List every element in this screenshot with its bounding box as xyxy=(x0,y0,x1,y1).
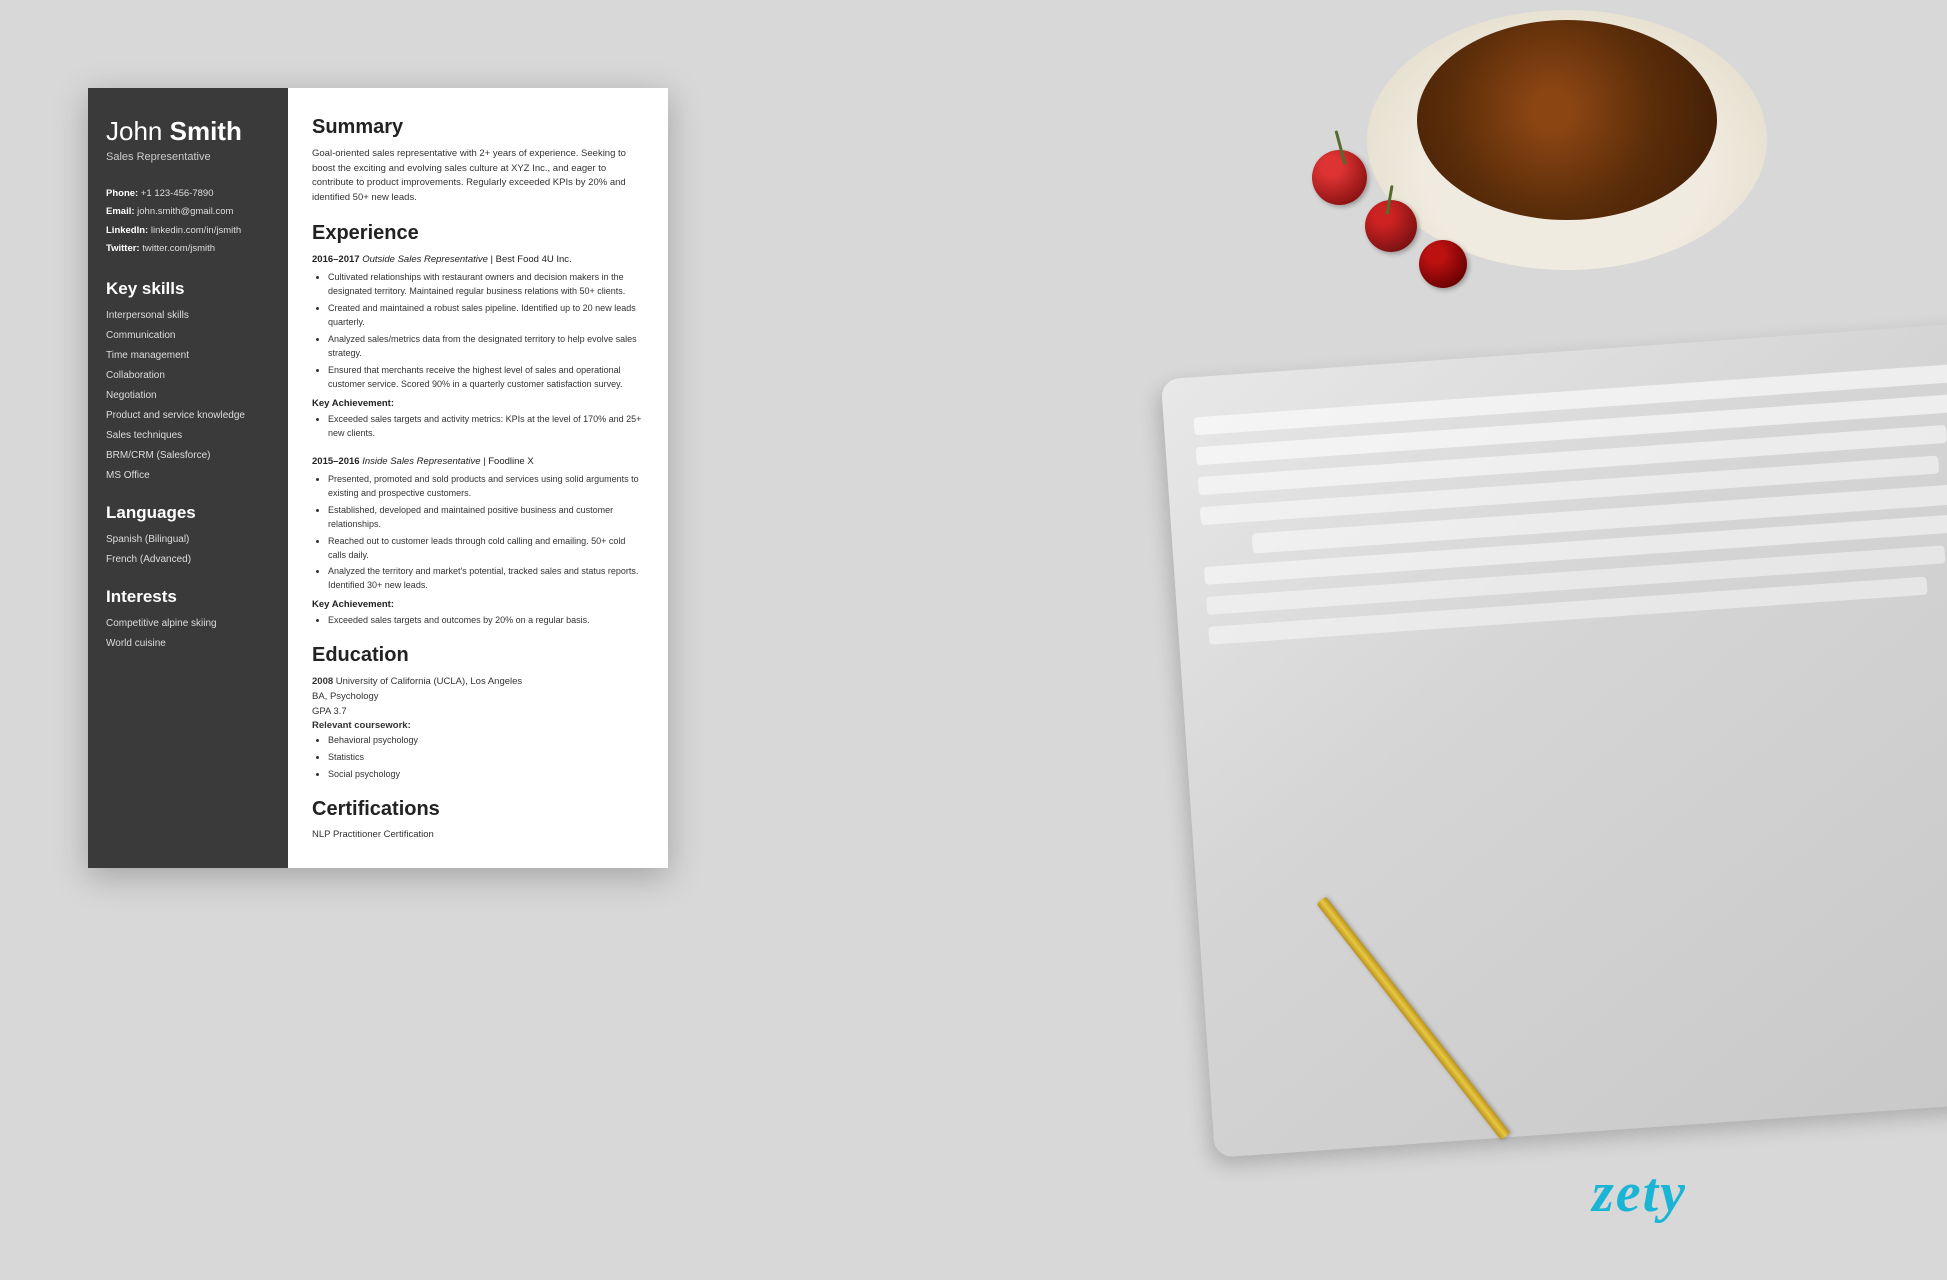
summary-text: Goal-oriented sales representative with … xyxy=(312,147,644,206)
education-title: Education xyxy=(312,644,644,667)
twitter-label: Twitter: xyxy=(106,243,140,254)
edu-gpa: GPA 3.7 xyxy=(312,705,644,720)
exp-bullet: Analyzed the territory and market's pote… xyxy=(328,565,644,593)
last-name: Smith xyxy=(170,116,242,146)
language-item: Spanish (Bilingual) xyxy=(106,533,270,547)
skills-list: Interpersonal skills Communication Time ma… xyxy=(106,309,270,483)
key-achievement-text: Exceeded sales targets and activity metr… xyxy=(328,413,644,441)
key-skills-title: Key skills xyxy=(106,279,270,299)
linkedin-label: LinkedIn: xyxy=(106,225,148,236)
phone-value: +1 123-456-7890 xyxy=(141,188,214,199)
exp-bullet: Reached out to customer leads through co… xyxy=(328,535,644,563)
candidate-name: John Smith xyxy=(106,116,270,147)
experience-section: 2016–2017 Outside Sales Representative |… xyxy=(312,253,644,628)
skill-item: Sales techniques xyxy=(106,429,270,443)
experience-entry: 2016–2017 Outside Sales Representative |… xyxy=(312,253,644,441)
edu-coursework-item: Social psychology xyxy=(328,768,644,782)
interests-list: Competitive alpine skiing World cuisine xyxy=(106,617,270,651)
experience-entry: 2015–2016 Inside Sales Representative | … xyxy=(312,455,644,629)
edu-coursework-item: Statistics xyxy=(328,751,644,765)
skill-item: Interpersonal skills xyxy=(106,309,270,323)
education-section: 2008 University of California (UCLA), Lo… xyxy=(312,675,644,782)
skill-item: Product and service knowledge xyxy=(106,409,270,423)
skill-item: Negotiation xyxy=(106,389,270,403)
key-achievement-label: Key Achievement: xyxy=(312,398,644,409)
skill-item: BRM/CRM (Salesforce) xyxy=(106,449,270,463)
edu-degree: BA, Psychology xyxy=(312,690,644,705)
exp-bullet: Analyzed sales/metrics data from the des… xyxy=(328,333,644,361)
edu-header: 2008 University of California (UCLA), Lo… xyxy=(312,675,644,690)
key-achievement-bullets: Exceeded sales targets and activity metr… xyxy=(312,413,644,441)
resume-main: Summary Goal-oriented sales representati… xyxy=(288,88,668,868)
job-title: Sales Representative xyxy=(106,151,270,163)
key-achievement-text: Exceeded sales targets and outcomes by 2… xyxy=(328,614,644,628)
exp-bullet: Created and maintained a robust sales pi… xyxy=(328,302,644,330)
edu-year: 2008 xyxy=(312,676,333,687)
email-contact: Email: john.smith@gmail.com xyxy=(106,205,270,218)
cherry-stem-1 xyxy=(1335,130,1347,165)
skill-item: Time management xyxy=(106,349,270,363)
phone-label: Phone: xyxy=(106,188,138,199)
email-value: john.smith@gmail.com xyxy=(137,206,233,217)
cherry-3 xyxy=(1419,240,1467,288)
twitter-contact: Twitter: twitter.com/jsmith xyxy=(106,242,270,255)
skill-item: MS Office xyxy=(106,469,270,483)
linkedin-value: linkedin.com/in/jsmith xyxy=(151,225,241,236)
interests-title: Interests xyxy=(106,587,270,607)
exp-bullet: Presented, promoted and sold products an… xyxy=(328,473,644,501)
certifications-title: Certifications xyxy=(312,798,644,821)
twitter-value: twitter.com/jsmith xyxy=(142,243,215,254)
email-label: Email: xyxy=(106,206,135,217)
edu-coursework-label: Relevant coursework: xyxy=(312,719,644,734)
keyboard xyxy=(1161,322,1947,1157)
exp-header: 2015–2016 Inside Sales Representative | … xyxy=(312,455,644,468)
interest-item: World cuisine xyxy=(106,637,270,651)
certifications-section: NLP Practitioner Certification xyxy=(312,829,644,840)
zety-logo: zety xyxy=(1592,1161,1687,1225)
linkedin-contact: LinkedIn: linkedin.com/in/jsmith xyxy=(106,224,270,237)
cherry-2 xyxy=(1365,200,1417,252)
resume-document: John Smith Sales Representative Phone: +… xyxy=(88,88,668,868)
phone-contact: Phone: +1 123-456-7890 xyxy=(106,187,270,200)
edu-coursework-list: Behavioral psychology Statistics Social ps… xyxy=(312,734,644,782)
exp-header: 2016–2017 Outside Sales Representative |… xyxy=(312,253,644,266)
edu-coursework-item: Behavioral psychology xyxy=(328,734,644,748)
languages-list: Spanish (Bilingual) French (Advanced) xyxy=(106,533,270,567)
skill-item: Communication xyxy=(106,329,270,343)
exp-bullets: Presented, promoted and sold products an… xyxy=(312,473,644,594)
contact-section: Phone: +1 123-456-7890 Email: john.smith… xyxy=(106,187,270,255)
interest-item: Competitive alpine skiing xyxy=(106,617,270,631)
exp-bullet: Ensured that merchants receive the highe… xyxy=(328,364,644,392)
language-item: French (Advanced) xyxy=(106,553,270,567)
exp-bullets: Cultivated relationships with restaurant… xyxy=(312,271,644,392)
tea-cup xyxy=(1417,20,1717,220)
resume-sidebar: John Smith Sales Representative Phone: +… xyxy=(88,88,288,868)
languages-title: Languages xyxy=(106,503,270,523)
key-achievement-label: Key Achievement: xyxy=(312,599,644,610)
experience-title: Experience xyxy=(312,222,644,245)
tea-saucer xyxy=(1367,10,1767,270)
exp-bullet: Established, developed and maintained po… xyxy=(328,504,644,532)
cherry-1 xyxy=(1312,150,1367,205)
first-name: John xyxy=(106,116,162,146)
education-entry: 2008 University of California (UCLA), Lo… xyxy=(312,675,644,782)
key-achievement-bullets: Exceeded sales targets and outcomes by 2… xyxy=(312,614,644,628)
cherry-stem-2 xyxy=(1385,185,1393,215)
certification-item: NLP Practitioner Certification xyxy=(312,829,644,840)
pen xyxy=(1316,896,1510,1140)
summary-title: Summary xyxy=(312,116,644,139)
exp-bullet: Cultivated relationships with restaurant… xyxy=(328,271,644,299)
skill-item: Collaboration xyxy=(106,369,270,383)
